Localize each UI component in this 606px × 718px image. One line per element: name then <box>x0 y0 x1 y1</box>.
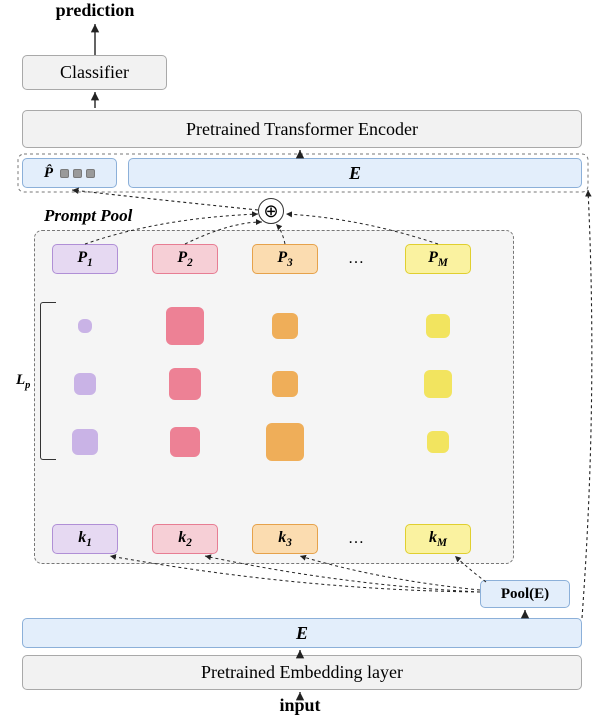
key-k1: k1 <box>52 524 118 554</box>
prompt-P2: P2 <box>152 244 218 274</box>
key-ellipsis: … <box>348 530 364 548</box>
diagram-stage: prediction input Classifier Pretrained T… <box>0 0 606 718</box>
pretrained-transformer-encoder-block: Pretrained Transformer Encoder <box>22 110 582 148</box>
prompt-P1: P1 <box>52 244 118 274</box>
prompt-token <box>272 313 298 339</box>
prompt-token <box>78 319 92 333</box>
key-k2: k2 <box>152 524 218 554</box>
prompt-length-label: Lp <box>16 372 30 391</box>
input-label: input <box>255 695 345 716</box>
phat-token-icon <box>86 169 95 178</box>
prompt-pool-title: Prompt Pool <box>44 206 132 226</box>
key-kM: kM <box>405 524 471 554</box>
prompt-token <box>170 427 200 457</box>
prompt-token <box>424 370 452 398</box>
prompt-token <box>272 371 298 397</box>
phat-symbol: P̂ <box>44 165 53 182</box>
classifier-block: Classifier <box>22 55 167 90</box>
prompt-P3: P3 <box>252 244 318 274</box>
combine-plus-icon: ⊕ <box>258 198 284 224</box>
pretrained-embedding-layer-block: Pretrained Embedding layer <box>22 655 582 690</box>
prompt-token <box>266 423 304 461</box>
prompt-token <box>169 368 201 400</box>
prompt-PM: PM <box>405 244 471 274</box>
prompt-token <box>427 431 449 453</box>
prompt-token <box>72 429 98 455</box>
prediction-label: prediction <box>45 0 145 21</box>
selected-prompt-phat: P̂ <box>22 158 117 188</box>
embedding-E-top: E <box>128 158 582 188</box>
phat-token-icon <box>60 169 69 178</box>
prompt-token <box>426 314 450 338</box>
key-k3: k3 <box>252 524 318 554</box>
prompt-token <box>166 307 204 345</box>
length-bracket-icon <box>40 302 56 460</box>
prompt-token <box>74 373 96 395</box>
pool-of-E-block: Pool(E) <box>480 580 570 608</box>
phat-token-icon <box>73 169 82 178</box>
prompt-ellipsis: … <box>348 250 364 268</box>
embedding-E-bottom: E <box>22 618 582 648</box>
